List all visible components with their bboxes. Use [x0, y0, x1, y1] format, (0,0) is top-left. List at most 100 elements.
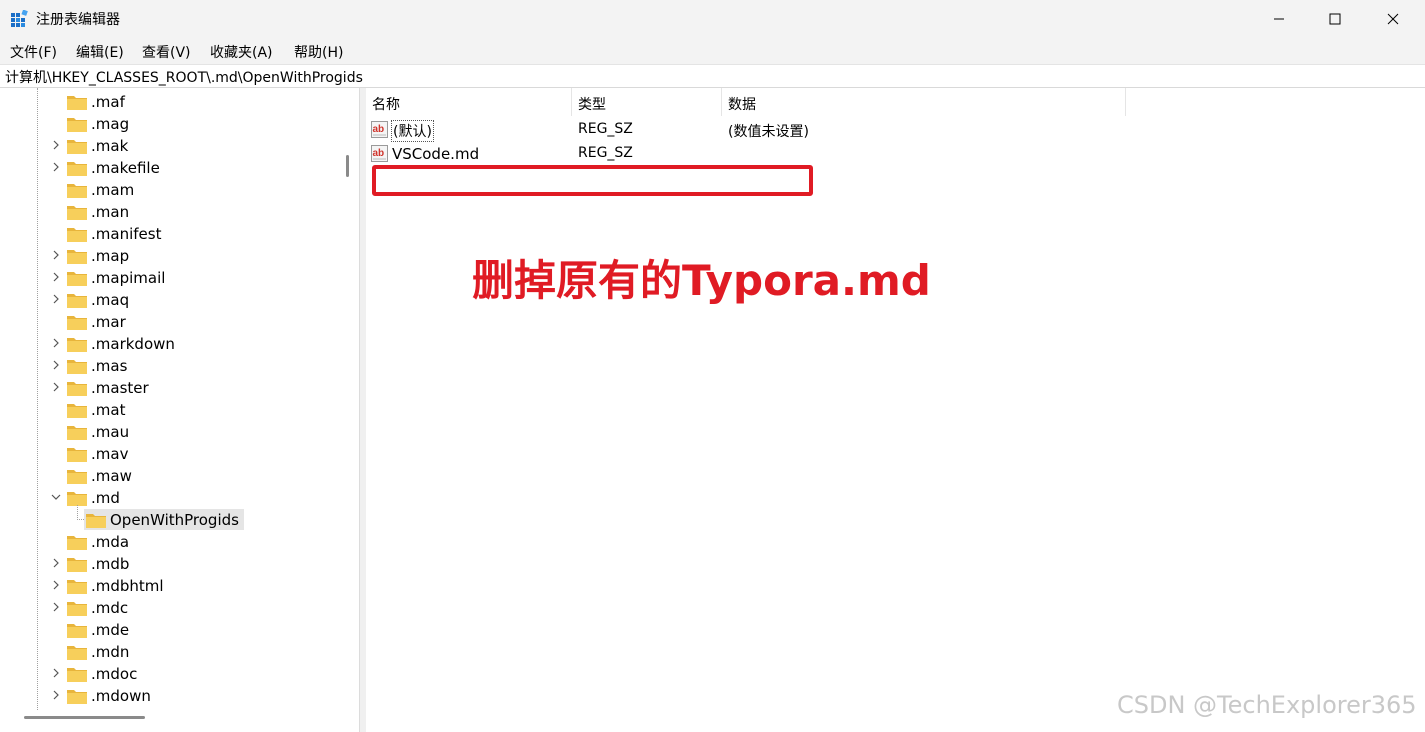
menu-help[interactable]: 帮助(H) — [294, 42, 343, 62]
folder-icon — [67, 602, 87, 616]
tree-item[interactable]: .mak — [0, 135, 340, 157]
tree-item[interactable]: .makefile — [0, 157, 340, 179]
svg-text:ab: ab — [373, 124, 385, 135]
chevron-right-icon[interactable] — [50, 601, 62, 613]
folder-icon — [67, 492, 87, 506]
tree-item-label: .mde — [91, 621, 130, 639]
tree-item-label: .map — [91, 247, 130, 265]
maximize-button[interactable] — [1306, 0, 1364, 38]
tree-item-label: .mar — [91, 313, 126, 331]
tree-item-label: .mak — [91, 137, 129, 155]
tree-item[interactable]: .maq — [0, 289, 340, 311]
chevron-right-icon[interactable] — [50, 161, 62, 173]
close-button[interactable] — [1364, 0, 1422, 38]
value-name: VSCode.md — [392, 145, 480, 163]
key-tree-pane[interactable]: .maf .mag .mak .makefile .mam .man .manifest .m… — [0, 88, 359, 732]
tree-guide-line — [37, 88, 38, 710]
tree-item-label: .markdown — [91, 335, 175, 353]
chevron-right-icon[interactable] — [50, 579, 62, 591]
folder-icon — [67, 404, 87, 418]
tree-item[interactable]: .mda — [0, 531, 340, 553]
tree-scroll-thumb[interactable] — [346, 155, 349, 177]
chevron-right-icon[interactable] — [50, 667, 62, 679]
chevron-right-icon[interactable] — [50, 689, 62, 701]
folder-icon — [67, 580, 87, 594]
tree-item[interactable]: .master — [0, 377, 340, 399]
folder-icon — [67, 272, 87, 286]
value-row[interactable]: ab VSCode.md REG_SZ — [366, 142, 1425, 166]
tree-item[interactable]: .mdn — [0, 641, 340, 663]
svg-text:ab: ab — [373, 148, 385, 159]
tree-item-label: .makefile — [91, 159, 160, 177]
tree-item[interactable]: OpenWithProgids — [0, 505, 340, 531]
tree-item[interactable]: .mdoc — [0, 663, 340, 685]
tree-item[interactable]: .maw — [0, 465, 340, 487]
tree-item[interactable]: .mau — [0, 421, 340, 443]
chevron-down-icon[interactable] — [50, 491, 62, 503]
tree-horizontal-scroll-thumb[interactable] — [24, 716, 145, 719]
tree-item-label: .mdc — [91, 599, 129, 617]
tree-item-label: .mapimail — [91, 269, 166, 287]
chevron-right-icon[interactable] — [50, 139, 62, 151]
column-header-data[interactable]: 数据 — [722, 88, 1126, 116]
value-row[interactable]: ab (默认) REG_SZ (数值未设置) — [366, 118, 1425, 142]
tree-item-label: .manifest — [91, 225, 162, 243]
tree-item[interactable]: .markdown — [0, 333, 340, 355]
column-header-name[interactable]: 名称 — [366, 88, 572, 116]
tree-item[interactable]: .md — [0, 487, 340, 509]
chevron-right-icon[interactable] — [50, 359, 62, 371]
folder-icon — [67, 228, 87, 242]
tree-item[interactable]: .mag — [0, 113, 340, 135]
tree-vertical-scrollbar[interactable] — [337, 88, 359, 710]
tree-item[interactable]: .mas — [0, 355, 340, 377]
tree-item[interactable]: .mam — [0, 179, 340, 201]
chevron-right-icon[interactable] — [50, 293, 62, 305]
tree-item[interactable]: .manifest — [0, 223, 340, 245]
tree-item[interactable]: .mdown — [0, 685, 340, 707]
menu-view[interactable]: 查看(V) — [142, 42, 191, 62]
minimize-button[interactable] — [1250, 0, 1308, 38]
highlight-box — [372, 165, 813, 196]
folder-icon — [67, 162, 87, 176]
tree-item-label: .md — [91, 489, 120, 507]
folder-icon — [67, 448, 87, 462]
folder-icon — [67, 536, 87, 550]
tree-item-label: .maq — [91, 291, 130, 309]
menu-bar: 文件(F) 编辑(E) 查看(V) 收藏夹(A) 帮助(H) — [0, 38, 1425, 65]
tree-item-label: .mas — [91, 357, 128, 375]
tree-item-label: .mag — [91, 115, 130, 133]
tree-item[interactable]: .mdb — [0, 553, 340, 575]
tree-item[interactable]: .mde — [0, 619, 340, 641]
menu-file[interactable]: 文件(F) — [10, 42, 57, 62]
tree-item[interactable]: .mar — [0, 311, 340, 333]
tree-item[interactable]: .maf — [0, 91, 340, 113]
tree-item[interactable]: .mat — [0, 399, 340, 421]
column-header-type[interactable]: 类型 — [572, 88, 722, 116]
chevron-right-icon[interactable] — [50, 381, 62, 393]
folder-icon — [67, 316, 87, 330]
tree-item-label: .mda — [91, 533, 130, 551]
chevron-right-icon[interactable] — [50, 249, 62, 261]
address-path[interactable]: 计算机\HKEY_CLASSES_ROOT\.md\OpenWithProgid… — [5, 67, 363, 87]
folder-icon — [67, 646, 87, 660]
chevron-right-icon[interactable] — [50, 337, 62, 349]
tree-item[interactable]: .map — [0, 245, 340, 267]
tree-item[interactable]: .mav — [0, 443, 340, 465]
menu-favorites[interactable]: 收藏夹(A) — [210, 42, 273, 62]
folder-icon — [67, 184, 87, 198]
menu-edit[interactable]: 编辑(E) — [76, 42, 124, 62]
tree-item[interactable]: .mapimail — [0, 267, 340, 289]
folder-icon — [67, 250, 87, 264]
folder-icon — [67, 140, 87, 154]
value-name: (默认) — [391, 120, 434, 142]
tree-item[interactable]: .mdbhtml — [0, 575, 340, 597]
tree-item[interactable]: .man — [0, 201, 340, 223]
chevron-right-icon[interactable] — [50, 557, 62, 569]
address-bar[interactable]: 计算机\HKEY_CLASSES_ROOT\.md\OpenWithProgid… — [0, 65, 1425, 88]
tree-item-label: .man — [91, 203, 130, 221]
chevron-right-icon[interactable] — [50, 271, 62, 283]
tree-item-label: OpenWithProgids — [110, 511, 239, 529]
folder-icon — [67, 690, 87, 704]
tree-item[interactable]: .mdc — [0, 597, 340, 619]
string-value-icon: ab — [371, 145, 388, 162]
